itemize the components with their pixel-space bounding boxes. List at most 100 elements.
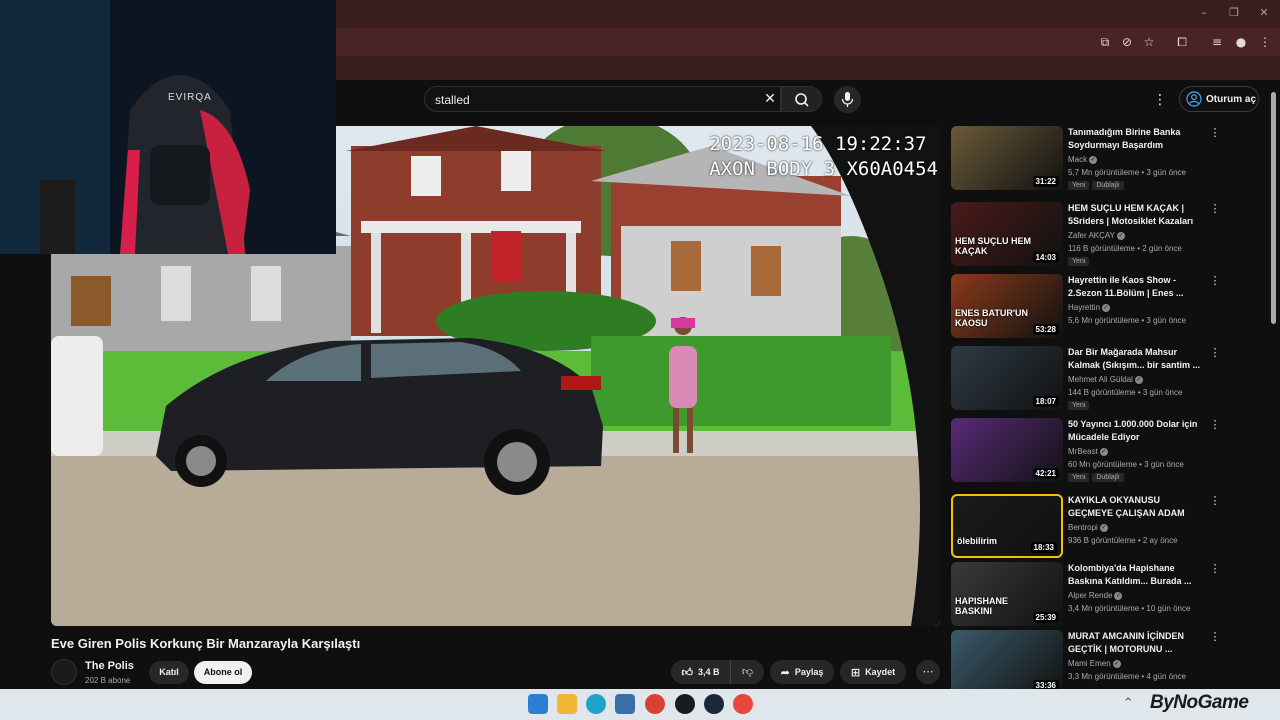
browser-menu-icon[interactable]: ⋮ xyxy=(1256,33,1274,51)
start-menu-icon[interactable] xyxy=(528,694,548,714)
recommendation-channel-row: Hayrettin ✓ xyxy=(1068,303,1111,312)
recommendation-item[interactable]: 18:07 Dar Bir Mağarada Mahsur Kalmak (Sık… xyxy=(951,346,1223,414)
verified-check-icon: ✓ xyxy=(1114,591,1123,600)
recommendation-title[interactable]: MURAT AMCANIN İÇİNDEN GEÇTİK | MOTORUNU … xyxy=(1068,630,1202,656)
join-button[interactable]: Katıl xyxy=(149,661,189,684)
install-app-icon[interactable]: ⧉ xyxy=(1096,33,1114,51)
dislike-button[interactable]: 👎︎ xyxy=(731,660,764,684)
incognito-icon[interactable]: ⊘ xyxy=(1118,33,1136,51)
recommendation-item[interactable]: ENES BATUR'UN KAOSU 53:28 Hayrettin ile Ka… xyxy=(951,274,1223,342)
recommendation-thumbnail[interactable]: ölebilirim 18:33 xyxy=(951,494,1063,558)
recommendation-item[interactable]: HAPISHANE BASKINI 25:39 Kolombiya'da Hapis… xyxy=(951,562,1223,630)
channel-name[interactable]: The Polis xyxy=(85,660,134,672)
recommendation-title[interactable]: Dar Bir Mağarada Mahsur Kalmak (Sıkışım.… xyxy=(1068,346,1202,372)
video-badge: Yeni xyxy=(1068,257,1090,266)
recommendation-thumbnail[interactable]: 33:36 xyxy=(951,630,1063,694)
maximize-icon[interactable]: ❐ xyxy=(1225,6,1243,22)
channel-avatar[interactable] xyxy=(51,659,77,685)
close-window-icon[interactable]: ✕ xyxy=(1255,6,1273,22)
thumbs-up-icon: 👍︎ xyxy=(681,665,693,679)
recommendation-thumbnail[interactable]: HEM SUÇLU HEM KAÇAK 14:03 xyxy=(951,202,1063,266)
recommendation-menu-icon[interactable]: ⋮ xyxy=(1209,494,1221,508)
recommendation-channel[interactable]: Mami Emen xyxy=(1068,659,1111,668)
tray-expand-icon[interactable]: ^ xyxy=(1124,697,1132,708)
recommendation-channel-row: Zafer AKÇAY ✓ xyxy=(1068,231,1125,240)
video-duration: 18:33 xyxy=(1030,542,1057,553)
recommendation-channel[interactable]: Mehmet Ali Güldal xyxy=(1068,375,1133,384)
app-icon[interactable] xyxy=(675,694,695,714)
minimize-icon[interactable]: – xyxy=(1195,6,1213,22)
chair-brand-logo: EVIRQA xyxy=(168,92,212,103)
file-explorer-icon[interactable] xyxy=(557,694,577,714)
recommendation-thumbnail[interactable]: 31:22 xyxy=(951,126,1063,190)
recommendation-channel-row: Mehmet Ali Güldal ✓ xyxy=(1068,375,1143,384)
voice-search-button[interactable] xyxy=(834,86,861,113)
recommendation-meta: 116 B görüntüleme • 2 gün önce xyxy=(1068,244,1182,253)
windows-taskbar xyxy=(0,689,1280,720)
recommendation-menu-icon[interactable]: ⋮ xyxy=(1209,418,1221,432)
edge-browser-icon[interactable] xyxy=(586,694,606,714)
recommendation-title[interactable]: Hayrettin ile Kaos Show - 2.Sezon 11.Böl… xyxy=(1068,274,1202,300)
video-badge: Dublajlı xyxy=(1092,473,1124,482)
recommendation-menu-icon[interactable]: ⋮ xyxy=(1209,202,1221,216)
recommendation-menu-icon[interactable]: ⋮ xyxy=(1209,346,1221,360)
recommendation-title[interactable]: 50 Yayıncı 1.000.000 Dolar için Mücadele… xyxy=(1068,418,1202,444)
more-actions-icon[interactable]: ⋯ xyxy=(916,660,940,684)
recommendation-menu-icon[interactable]: ⋮ xyxy=(1209,630,1221,644)
bookmark-star-icon[interactable]: ☆ xyxy=(1140,33,1158,51)
recommendation-thumbnail[interactable]: ENES BATUR'UN KAOSU 53:28 xyxy=(951,274,1063,338)
recommendation-thumbnail[interactable]: 42:21 xyxy=(951,418,1063,482)
recommendation-thumbnail[interactable]: 18:07 xyxy=(951,346,1063,410)
recommendation-thumbnail[interactable]: HAPISHANE BASKINI 25:39 xyxy=(951,562,1063,626)
store-icon[interactable] xyxy=(615,694,635,714)
clear-search-icon[interactable]: ✕ xyxy=(760,89,780,109)
recommendation-item[interactable]: 33:36 MURAT AMCANIN İÇİNDEN GEÇTİK | MOTO… xyxy=(951,630,1223,698)
recommendation-title[interactable]: KAYIKLA OKYANUSU GEÇMEYE ÇALIŞAN ADAM xyxy=(1068,494,1202,520)
share-button[interactable]: ➦ Paylaş xyxy=(770,660,834,684)
bodycam-timestamp-line2: AXON BODY 3 X60A0454 xyxy=(709,158,938,180)
recommendation-menu-icon[interactable]: ⋮ xyxy=(1209,274,1221,288)
badge-row: Yeni xyxy=(1068,401,1090,410)
like-count: 3,4 B xyxy=(697,667,720,677)
search-button[interactable] xyxy=(781,86,822,112)
recommendation-menu-icon[interactable]: ⋮ xyxy=(1209,126,1221,140)
recommendation-menu-icon[interactable]: ⋮ xyxy=(1209,562,1221,576)
recommendation-meta: 60 Mn görüntüleme • 3 gün önce xyxy=(1068,460,1184,469)
settings-more-icon[interactable]: ⋮ xyxy=(1150,90,1170,110)
thumbnail-text: ölebilirim xyxy=(957,536,998,546)
chrome-icon-2[interactable] xyxy=(733,694,753,714)
page-scrollbar[interactable] xyxy=(1271,92,1276,324)
search-box[interactable] xyxy=(424,86,781,112)
profile-avatar-icon[interactable]: ● xyxy=(1232,33,1250,51)
signin-button[interactable]: Oturum aç xyxy=(1179,86,1259,112)
recommendation-item[interactable]: HEM SUÇLU HEM KAÇAK 14:03 HEM SUÇLU HEM KA… xyxy=(951,202,1223,270)
recommendation-channel[interactable]: Hayrettin xyxy=(1068,303,1100,312)
recommendation-meta: 936 B görüntüleme • 2 ay önce xyxy=(1068,536,1178,545)
extensions-icon[interactable]: ⧠ xyxy=(1173,33,1191,51)
recommendation-channel[interactable]: Alper Rende xyxy=(1068,591,1112,600)
recommendation-title[interactable]: Kolombiya'da Hapishane Baskına Katıldım.… xyxy=(1068,562,1202,588)
recommendation-channel[interactable]: Mack xyxy=(1068,155,1087,164)
recommendation-item[interactable]: 31:22 Tanımadığım Birine Banka Soydurmayı… xyxy=(951,126,1223,194)
recommendation-item[interactable]: 42:21 50 Yayıncı 1.000.000 Dolar için Müc… xyxy=(951,418,1223,486)
verified-check-icon: ✓ xyxy=(1102,303,1111,312)
verified-check-icon: ✓ xyxy=(1134,375,1143,384)
media-control-icon[interactable]: ≡ xyxy=(1208,33,1226,51)
save-button[interactable]: ⊞ Kaydet xyxy=(840,660,906,684)
recommendation-title[interactable]: Tanımadığım Birine Banka Soydurmayı Başa… xyxy=(1068,126,1202,152)
recommendation-meta: 144 B görüntüleme • 3 gün önce xyxy=(1068,388,1183,397)
chrome-icon-1[interactable] xyxy=(645,694,665,714)
verified-check-icon: ✓ xyxy=(1099,523,1108,532)
recommendation-title[interactable]: HEM SUÇLU HEM KAÇAK | 5Sriders | Motosik… xyxy=(1068,202,1202,229)
recommendation-channel[interactable]: Zafer AKÇAY xyxy=(1068,231,1115,240)
search-icon xyxy=(795,93,809,107)
recommendation-channel[interactable]: MrBeast xyxy=(1068,447,1098,456)
recommendation-item[interactable]: ölebilirim 18:33 KAYIKLA OKYANUSU GEÇMEYE … xyxy=(951,494,1223,562)
recommendation-channel[interactable]: Bentropi xyxy=(1068,523,1098,532)
steam-icon[interactable] xyxy=(704,694,724,714)
video-duration: 42:21 xyxy=(1032,468,1059,479)
subscribe-button[interactable]: Abone ol xyxy=(194,661,252,684)
recommendation-meta: 5,6 Mn görüntüleme • 3 gün önce xyxy=(1068,316,1186,325)
like-button[interactable]: 👍︎ 3,4 B xyxy=(671,660,731,684)
search-input[interactable] xyxy=(435,91,735,109)
